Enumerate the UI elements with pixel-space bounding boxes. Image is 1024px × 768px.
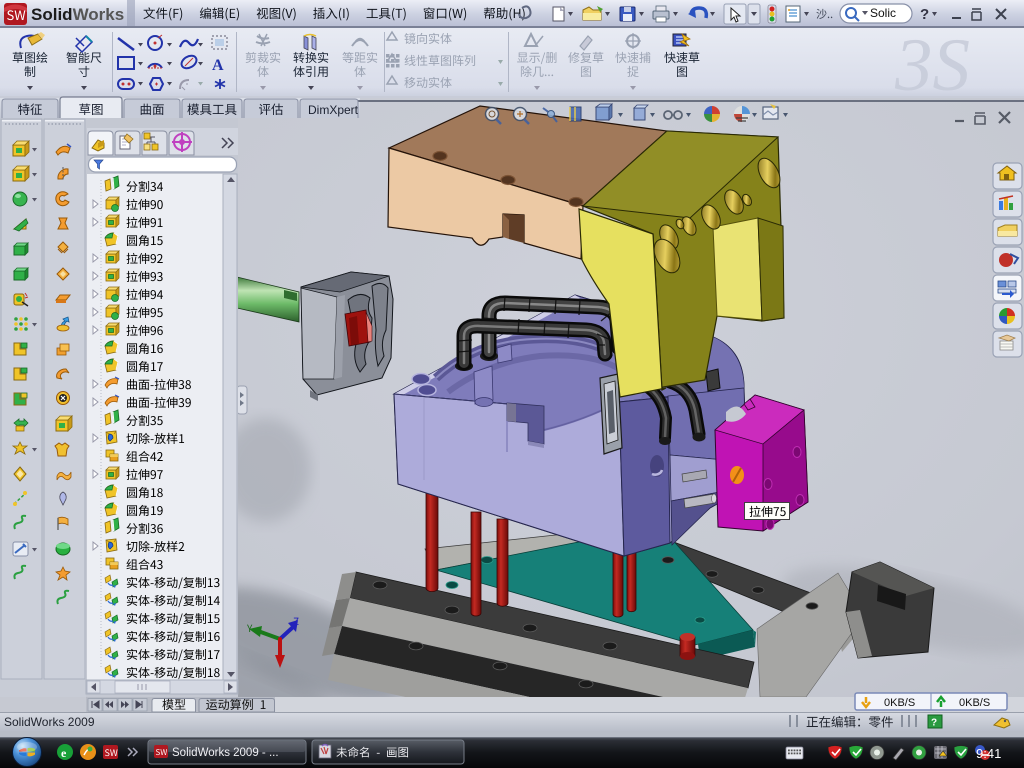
svg-text:9:41: 9:41	[976, 746, 1001, 761]
svg-text:Solic: Solic	[870, 6, 896, 20]
svg-text:SolidWorks 2009 - ...: SolidWorks 2009 - ...	[172, 747, 279, 759]
svg-text:DimXpert: DimXpert	[308, 103, 359, 117]
svg-text:A: A	[212, 57, 224, 74]
svg-text:SolidWorks 2009: SolidWorks 2009	[4, 715, 95, 729]
svg-text:?: ?	[931, 718, 937, 729]
svg-text:SolidWorks: SolidWorks	[31, 5, 124, 24]
svg-text:0KB/S: 0KB/S	[884, 697, 915, 709]
svg-text:?: ?	[920, 6, 929, 23]
svg-text:3S: 3S	[894, 24, 970, 107]
svg-text:0KB/S: 0KB/S	[959, 697, 990, 709]
svg-text:e: e	[61, 746, 67, 760]
